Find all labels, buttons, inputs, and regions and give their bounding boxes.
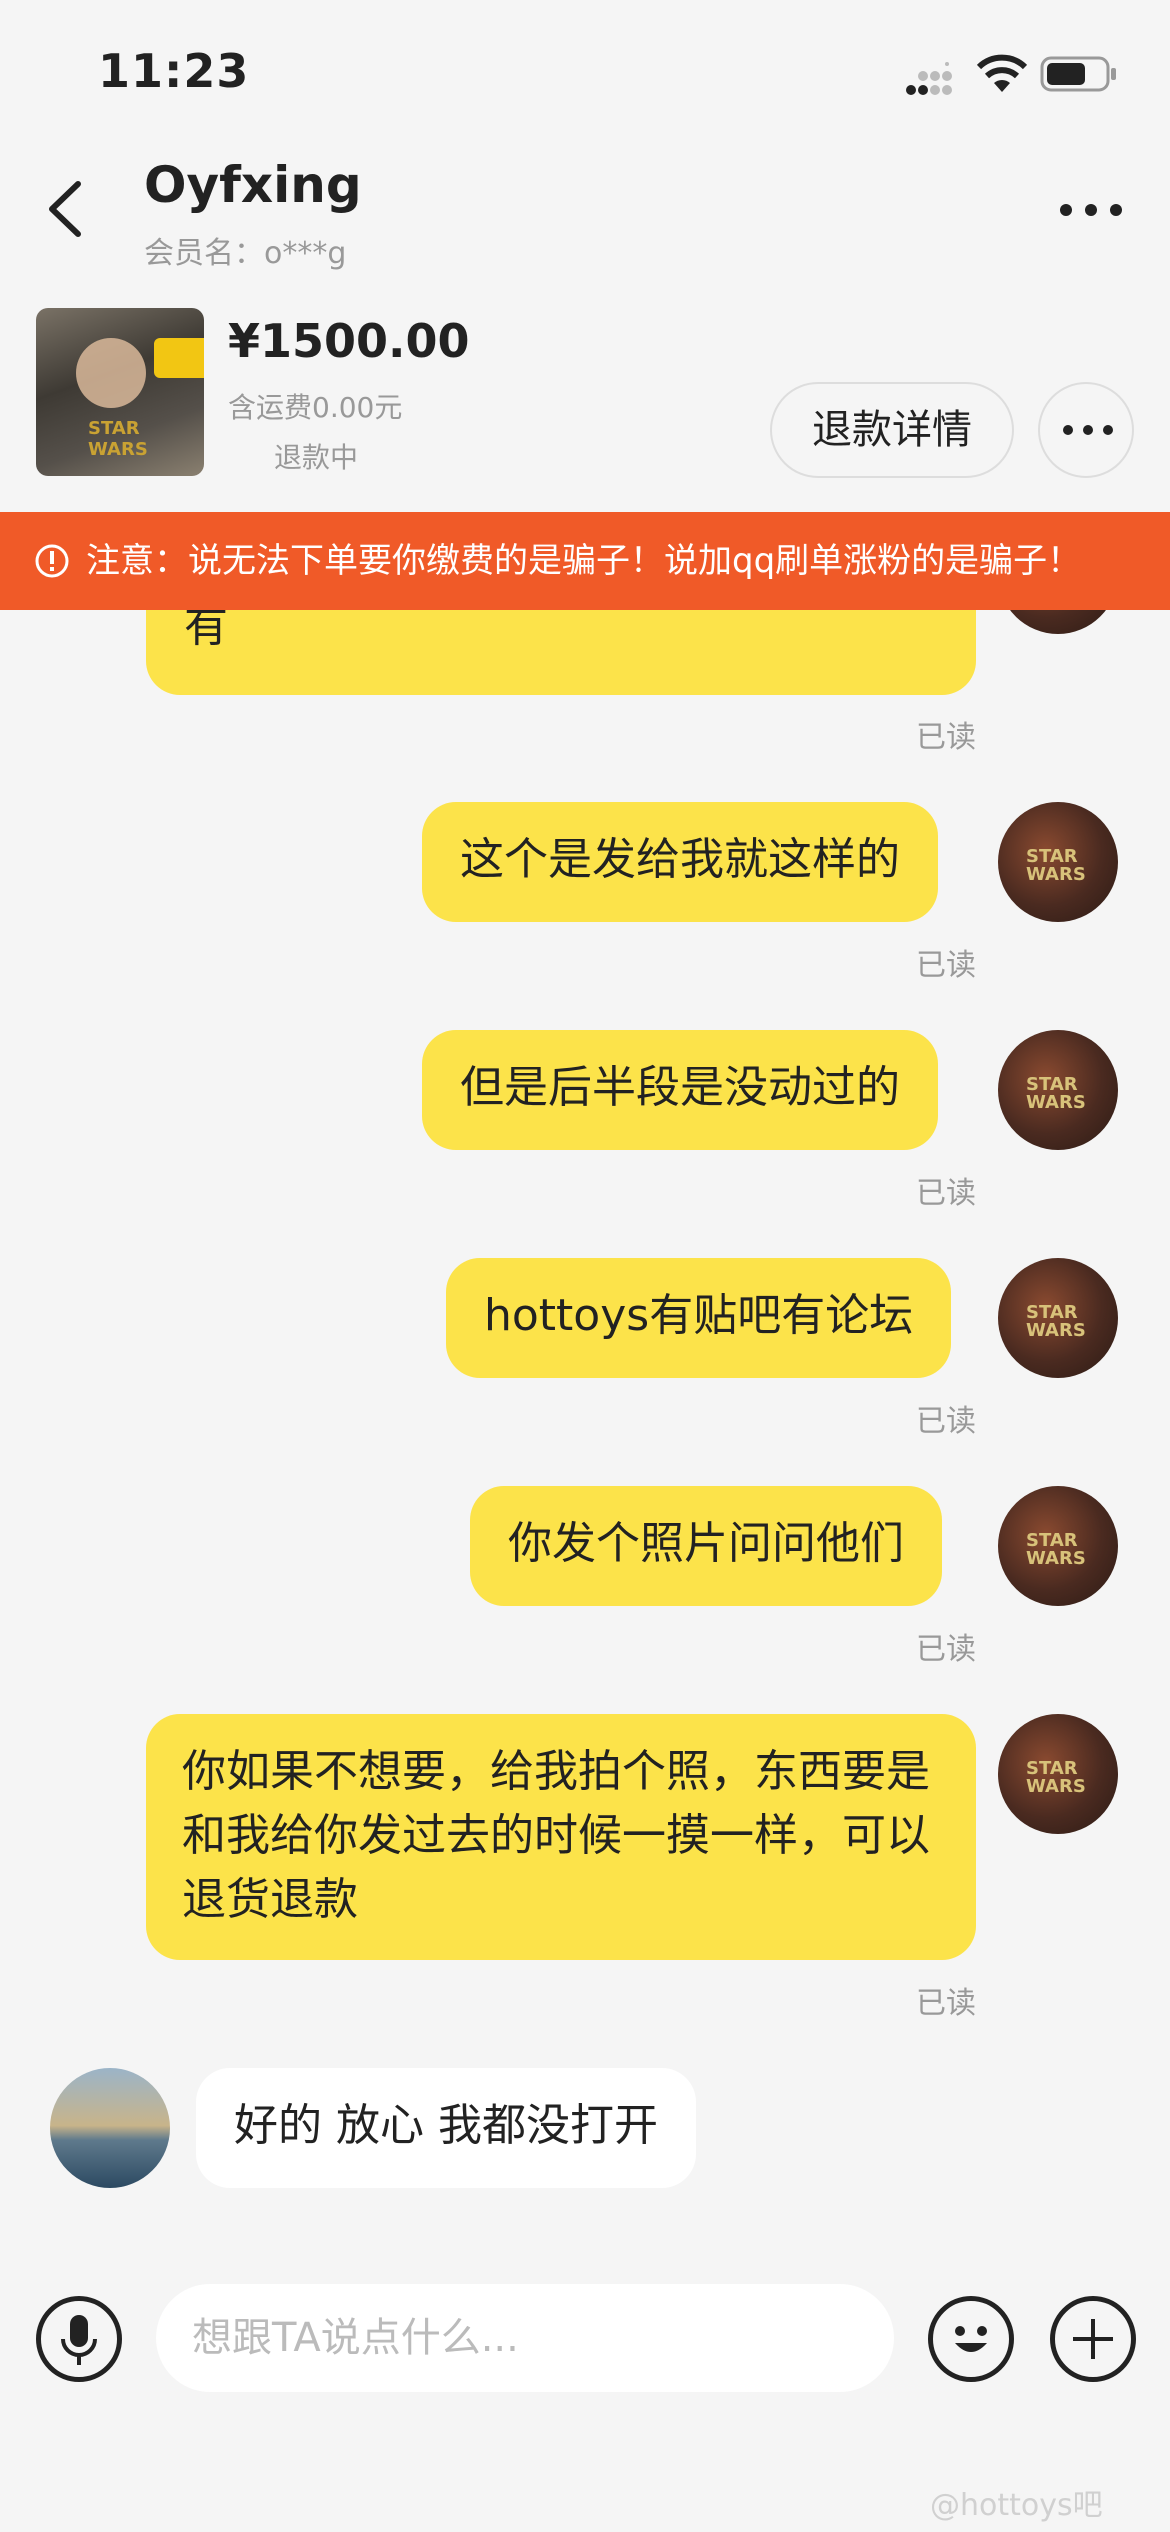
read-receipt: 已读 xyxy=(916,720,976,755)
cellular-signal-icon xyxy=(906,62,952,95)
my-avatar[interactable]: STAR WARS xyxy=(998,802,1118,922)
product-card[interactable]: STAR WARS ¥1500.00 含运费0.00元 退款中 退款详情 xyxy=(0,290,1170,512)
read-receipt: 已读 xyxy=(916,1632,976,1667)
message-list[interactable]: STAR WARS 有 已读 这个是发给我就这样的 STAR WARS 已读 但… xyxy=(0,540,1170,2240)
battery-icon xyxy=(1040,56,1116,92)
my-avatar[interactable]: STAR WARS xyxy=(998,1486,1118,1606)
voice-input-button[interactable] xyxy=(36,2296,122,2382)
more-options-icon[interactable] xyxy=(1058,200,1124,220)
message-bubble-sent[interactable]: 但是后半段是没动过的 xyxy=(422,1030,938,1150)
avatar-text: STAR WARS xyxy=(1026,1758,1086,1797)
member-name: 会员名：o***g xyxy=(144,236,347,271)
my-avatar[interactable]: STAR WARS xyxy=(998,1258,1118,1378)
product-figure-image xyxy=(76,338,146,408)
scam-warning-banner: 注意：说无法下单要你缴费的是骗子！说加qq刷单涨粉的是骗子！ xyxy=(0,512,1170,610)
status-time: 11:23 xyxy=(98,44,250,98)
refund-details-button[interactable]: 退款详情 xyxy=(770,382,1014,478)
message-bubble-received[interactable]: 好的 放心 我都没打开 xyxy=(196,2068,696,2188)
alert-circle-icon xyxy=(35,544,69,578)
product-shipping: 含运费0.00元 xyxy=(228,391,403,424)
watermark: @hottoys吧 xyxy=(930,2488,1103,2523)
avatar-text: STAR WARS xyxy=(1026,1530,1086,1569)
more-dots-icon xyxy=(1063,425,1113,435)
microphone-icon xyxy=(61,2315,97,2365)
avatar-text: STAR WARS xyxy=(1026,1074,1086,1113)
wifi-icon xyxy=(976,54,1028,92)
read-receipt: 已读 xyxy=(916,1404,976,1439)
product-more-button[interactable] xyxy=(1038,382,1134,478)
message-input[interactable] xyxy=(156,2284,894,2392)
chat-header: Oyfxing 会员名：o***g xyxy=(0,150,1170,290)
back-icon[interactable] xyxy=(40,174,92,244)
message-bubble-sent[interactable]: 你发个照片问问他们 xyxy=(470,1486,942,1606)
contact-name: Oyfxing xyxy=(144,156,362,214)
read-receipt: 已读 xyxy=(916,1176,976,1211)
read-receipt: 已读 xyxy=(916,1986,976,2021)
contact-avatar[interactable] xyxy=(50,2068,170,2188)
my-avatar[interactable]: STAR WARS xyxy=(998,1030,1118,1150)
product-thumbnail[interactable]: STAR WARS xyxy=(36,308,204,476)
avatar-text: STAR WARS xyxy=(1026,846,1086,885)
my-avatar[interactable]: STAR WARS xyxy=(998,1714,1118,1834)
refund-status: 退款中 xyxy=(274,441,359,474)
input-bar: @hottoys吧 xyxy=(0,2240,1170,2532)
plus-icon xyxy=(1073,2319,1113,2359)
add-attachment-button[interactable] xyxy=(1050,2296,1136,2382)
new-badge xyxy=(154,338,204,378)
status-bar: 11:23 xyxy=(0,0,1170,150)
warning-text: 注意：说无法下单要你缴费的是骗子！说加qq刷单涨粉的是骗子！ xyxy=(86,541,1082,581)
thumb-brand-text: STAR WARS xyxy=(88,418,148,460)
message-bubble-sent[interactable]: 这个是发给我就这样的 xyxy=(422,802,938,922)
emoji-button[interactable] xyxy=(928,2296,1014,2382)
message-bubble-sent[interactable]: hottoys有贴吧有论坛 xyxy=(446,1258,952,1378)
read-receipt: 已读 xyxy=(916,948,976,983)
smiley-icon xyxy=(955,2326,987,2352)
product-price: ¥1500.00 xyxy=(228,314,470,368)
avatar-text: STAR WARS xyxy=(1026,1302,1086,1341)
message-bubble-sent[interactable]: 你如果不想要，给我拍个照，东西要是和我给你发过去的时候一摸一样，可以退货退款 xyxy=(146,1714,976,1960)
